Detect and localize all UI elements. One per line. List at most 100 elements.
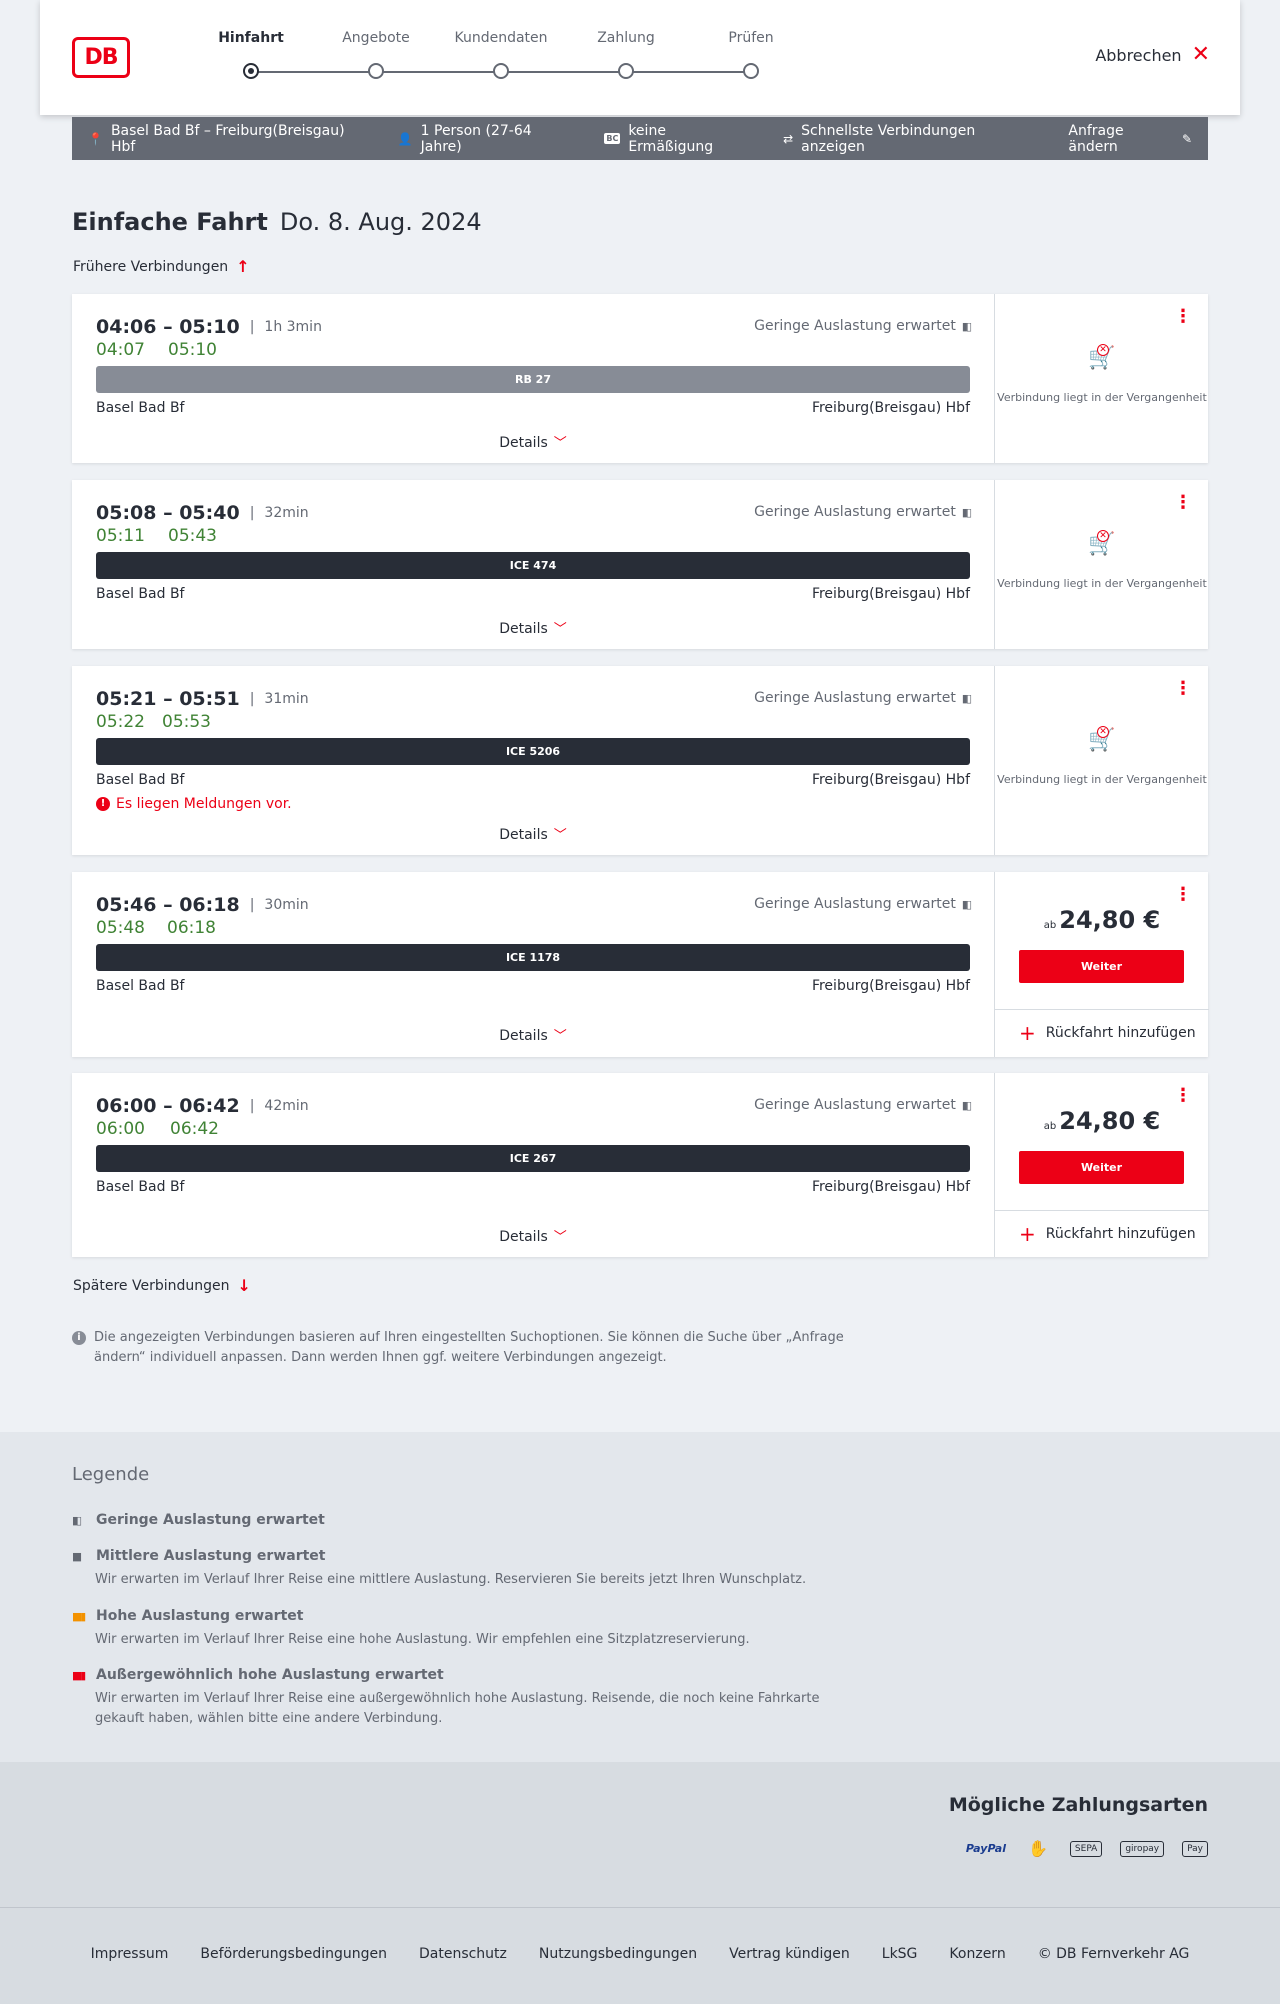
apple-pay-icon: Pay bbox=[1182, 1840, 1208, 1857]
occupancy-high-icon: ▮▮▮ bbox=[72, 1609, 86, 1623]
details-label: Details bbox=[499, 621, 548, 637]
footer-link-konzern[interactable]: Konzern bbox=[949, 1946, 1005, 1962]
occupancy-low-icon: ▮▯ bbox=[961, 691, 972, 705]
summary-fastest: ⇄ Schnellste Verbindungen anzeigen bbox=[783, 123, 1036, 155]
planned-time: 05:46 – 06:18 bbox=[96, 894, 240, 916]
occupancy-low-icon: ▮▯ bbox=[72, 1513, 82, 1527]
summary-discount: BC keine Ermäßigung bbox=[604, 123, 751, 155]
footer-link-lksg[interactable]: LkSG bbox=[882, 1946, 918, 1962]
earlier-connections-link[interactable]: Frühere Verbindungen ↑ bbox=[73, 257, 250, 276]
step-label: Hinfahrt bbox=[218, 30, 284, 46]
departure-station: Basel Bad Bf bbox=[96, 772, 185, 788]
step-hinfahrt[interactable]: Hinfahrt bbox=[186, 28, 316, 79]
details-toggle[interactable]: Details ﹀ bbox=[72, 1025, 994, 1044]
credit-card-hand-icon: ✋ bbox=[1028, 1839, 1048, 1858]
location-pin-icon: 📍 bbox=[88, 131, 103, 146]
chevron-down-icon: ﹀ bbox=[553, 1230, 567, 1245]
planned-times: 05:08 – 05:40 | 32min bbox=[96, 502, 309, 524]
price: ab 24,80 € bbox=[995, 906, 1209, 934]
connection-details: 04:06 – 05:10 | 1h 3min 04:07 05:10 Gering… bbox=[72, 294, 994, 463]
duration: 30min bbox=[264, 897, 309, 913]
db-logo[interactable]: DB bbox=[72, 37, 130, 78]
realtime-departure: 04:07 bbox=[96, 340, 145, 360]
search-summary-bar: 📍 Basel Bad Bf – Freiburg(Breisgau) Hbf 👤… bbox=[72, 117, 1208, 160]
header: DB Hinfahrt Angebote Kundendaten Zahlung… bbox=[40, 0, 1240, 115]
planned-time: 06:00 – 06:42 bbox=[96, 1095, 240, 1117]
footer-link-impressum[interactable]: Impressum bbox=[91, 1946, 169, 1962]
offer-panel: ⋮ 🛒 ✕ Verbindung liegt in der Vergangenhe… bbox=[994, 480, 1208, 649]
summary-route: 📍 Basel Bad Bf – Freiburg(Breisgau) Hbf bbox=[88, 123, 366, 155]
occupancy-indicator: Geringe Auslastung erwartet ▮▯ bbox=[754, 504, 972, 520]
details-toggle[interactable]: Details ﹀ bbox=[72, 1226, 994, 1245]
details-toggle[interactable]: Details ﹀ bbox=[72, 432, 994, 451]
continue-button[interactable]: Weiter bbox=[1019, 1151, 1184, 1184]
realtime-departure: 05:11 bbox=[96, 526, 145, 546]
continue-button[interactable]: Weiter bbox=[1019, 950, 1184, 983]
realtime-arrival: 05:53 bbox=[162, 712, 211, 732]
step-dot bbox=[368, 63, 384, 79]
arrow-down-icon: ↓ bbox=[237, 1276, 251, 1295]
step-zahlung[interactable]: Zahlung bbox=[561, 28, 691, 79]
step-angebote[interactable]: Angebote bbox=[311, 28, 441, 79]
warning-icon: ! bbox=[96, 797, 110, 811]
legend-item-title: Mittlere Auslastung erwartet bbox=[96, 1548, 326, 1564]
footer-link-vertrag-kuendigen[interactable]: Vertrag kündigen bbox=[729, 1946, 850, 1962]
footer-link-datenschutz[interactable]: Datenschutz bbox=[419, 1946, 507, 1962]
arrival-station: Freiburg(Breisgau) Hbf bbox=[811, 586, 970, 602]
planned-times: 06:00 – 06:42 | 42min bbox=[96, 1095, 309, 1117]
info-note: i Die angezeigten Verbindungen basieren … bbox=[72, 1328, 862, 1368]
train-bar[interactable]: ICE 1178 bbox=[96, 944, 970, 971]
connection-details: 05:08 – 05:40 | 32min 05:11 05:43 Geringe … bbox=[72, 480, 994, 649]
legend-item-high: ▮▮▮ Hohe Auslastung erwartet Wir erwarten… bbox=[72, 1608, 872, 1650]
disruption-message[interactable]: ! Es liegen Meldungen vor. bbox=[96, 796, 292, 812]
train-bar[interactable]: ICE 267 bbox=[96, 1145, 970, 1172]
trip-type: Einfache Fahrt bbox=[72, 208, 268, 236]
change-label: Anfrage ändern bbox=[1068, 122, 1124, 155]
occupancy-text: Geringe Auslastung erwartet bbox=[754, 1097, 956, 1113]
step-label: Prüfen bbox=[728, 30, 774, 46]
step-dot bbox=[743, 63, 759, 79]
fastest-text: Schnellste Verbindungen anzeigen bbox=[801, 122, 976, 155]
giropay-icon: giropay bbox=[1120, 1840, 1165, 1857]
later-connections-link[interactable]: Spätere Verbindungen ↓ bbox=[73, 1276, 251, 1295]
details-toggle[interactable]: Details ﹀ bbox=[72, 618, 994, 637]
footer-link-nutzungsbedingungen[interactable]: Nutzungsbedingungen bbox=[539, 1946, 697, 1962]
train-bar[interactable]: ICE 5206 bbox=[96, 738, 970, 765]
kebab-menu-icon[interactable]: ⋮ bbox=[1174, 1087, 1192, 1105]
separator: | bbox=[249, 691, 255, 707]
cancel-button[interactable]: Abbrechen ✕ bbox=[1095, 44, 1210, 66]
arrival-station: Freiburg(Breisgau) Hbf bbox=[811, 400, 970, 416]
details-label: Details bbox=[499, 435, 548, 451]
discount-text: keine Ermäßigung bbox=[628, 122, 714, 155]
arrow-up-icon: ↑ bbox=[236, 257, 250, 276]
train-bar[interactable]: ICE 474 bbox=[96, 552, 970, 579]
step-kundendaten[interactable]: Kundendaten bbox=[436, 28, 566, 79]
departure-station: Basel Bad Bf bbox=[96, 978, 185, 994]
add-return-button[interactable]: + Rückfahrt hinzufügen bbox=[995, 1009, 1209, 1056]
kebab-menu-icon[interactable]: ⋮ bbox=[1174, 680, 1192, 698]
kebab-menu-icon[interactable]: ⋮ bbox=[1174, 494, 1192, 512]
route-text: Basel Bad Bf – Freiburg(Breisgau) Hbf bbox=[110, 122, 345, 155]
change-request-button[interactable]: Anfrage ändern ✎ bbox=[1068, 123, 1192, 155]
planned-times: 05:46 – 06:18 | 30min bbox=[96, 894, 309, 916]
payment-icons: PayPal ✋ SEPA giropay Pay bbox=[966, 1837, 1208, 1860]
legend-item-title: Hohe Auslastung erwartet bbox=[96, 1608, 304, 1624]
step-label: Kundendaten bbox=[454, 30, 548, 46]
kebab-menu-icon[interactable]: ⋮ bbox=[1174, 308, 1192, 326]
plus-icon: + bbox=[1019, 1222, 1036, 1246]
train-bar[interactable]: RB 27 bbox=[96, 366, 970, 393]
offer-panel: ⋮ ab 24,80 € Weiter + Rückfahrt hinzufügen bbox=[994, 1073, 1209, 1257]
footer-link-befoerderungsbedingungen[interactable]: Beförderungsbedingungen bbox=[200, 1946, 387, 1962]
connection-details: 06:00 – 06:42 | 42min 06:00 06:42 Geringe … bbox=[72, 1073, 994, 1257]
details-toggle[interactable]: Details ﹀ bbox=[72, 824, 994, 843]
realtime-departure: 05:22 bbox=[96, 712, 145, 732]
past-connection-text: Verbindung liegt in der Vergangenheit bbox=[997, 773, 1207, 786]
step-pruefen[interactable]: Prüfen bbox=[686, 28, 816, 79]
add-return-button[interactable]: + Rückfahrt hinzufügen bbox=[995, 1210, 1209, 1257]
planned-time: 04:06 – 05:10 bbox=[96, 316, 240, 338]
step-dot bbox=[243, 63, 259, 79]
payment-methods-section: Mögliche Zahlungsarten PayPal ✋ SEPA gir… bbox=[0, 1762, 1280, 1907]
offer-panel: ⋮ 🛒 ✕ Verbindung liegt in der Vergangenhe… bbox=[994, 294, 1208, 463]
planned-time: 05:08 – 05:40 bbox=[96, 502, 240, 524]
kebab-menu-icon[interactable]: ⋮ bbox=[1174, 886, 1192, 904]
